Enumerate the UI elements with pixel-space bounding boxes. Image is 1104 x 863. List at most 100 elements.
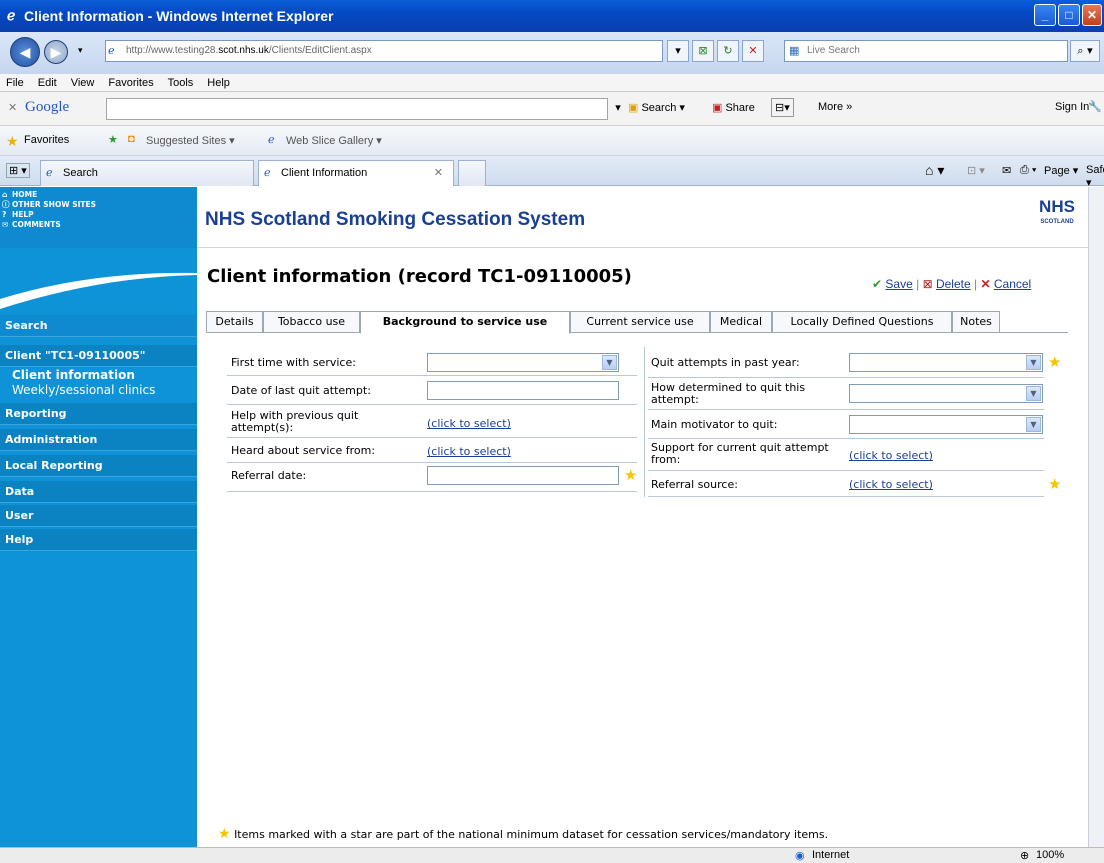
star-icon: ★ <box>624 466 638 484</box>
menu-favorites[interactable]: Favorites <box>108 77 153 89</box>
sidebar-item-data[interactable]: Data <box>0 481 197 503</box>
tab-current-service[interactable]: Current service use <box>570 311 710 333</box>
client-submenu: Client information Weekly/sessional clin… <box>0 367 197 401</box>
other-sites-link[interactable]: ⓘ OTHER SHOW SITES <box>0 200 197 210</box>
compatibility-icon[interactable]: ⊠ <box>692 40 714 62</box>
address-toolbar: ◀ ▶ ▾ http://www.testing28.scot.nhs.uk/C… <box>0 32 1104 74</box>
google-search-input[interactable] <box>106 98 608 120</box>
quit-attempts-label: Quit attempts in past year: <box>651 356 800 369</box>
menu-tools[interactable]: Tools <box>168 77 194 89</box>
cancel-link[interactable]: Cancel <box>994 277 1031 291</box>
comments-link[interactable]: ✉ COMMENTS <box>0 220 197 230</box>
support-select-link[interactable]: (click to select) <box>849 449 933 462</box>
sidebar-item-local-reporting[interactable]: Local Reporting <box>0 455 197 477</box>
help-prev-select-link[interactable]: (click to select) <box>427 417 511 430</box>
tab-medical[interactable]: Medical <box>710 311 772 333</box>
help-link[interactable]: ? HELP <box>0 210 197 220</box>
browser-tab-client-information[interactable]: Client Information ✕ <box>258 160 454 186</box>
cancel-icon: ✕ <box>980 277 991 291</box>
tab-close-icon[interactable]: ✕ <box>434 161 443 185</box>
sign-in-link[interactable]: Sign In <box>1055 101 1089 113</box>
stop-icon[interactable]: ✕ <box>742 40 764 62</box>
share-icon: ▣ <box>712 102 723 114</box>
row-divider <box>227 404 637 405</box>
chevron-down-icon: ▼ <box>1026 355 1041 370</box>
browser-tab-bar: ⊞ ▾ Search ℯ Client Information ✕ ℯ ⌂ ▾ ⊡… <box>0 156 1104 189</box>
tab-locally-defined[interactable]: Locally Defined Questions <box>772 311 952 333</box>
toolbar-close-icon[interactable]: ✕ <box>8 101 17 114</box>
suggested-sites-icon: ◘ <box>128 133 135 145</box>
heard-select-link[interactable]: (click to select) <box>427 445 511 458</box>
share-button[interactable]: ▣ Share <box>712 101 755 114</box>
security-zone: Internet <box>812 849 850 861</box>
menu-file[interactable]: File <box>6 77 24 89</box>
more-button[interactable]: More » <box>818 101 852 113</box>
sidebar-item-client-info[interactable]: Client information <box>0 368 197 383</box>
menu-view[interactable]: View <box>71 77 95 89</box>
last-quit-date-input[interactable] <box>427 381 619 400</box>
referral-date-input[interactable] <box>427 466 619 485</box>
referral-source-select-link[interactable]: (click to select) <box>849 478 933 491</box>
menu-edit[interactable]: Edit <box>38 77 57 89</box>
print-icon[interactable]: ⎙ ▾ <box>1020 164 1036 177</box>
favorites-button[interactable]: Favorites <box>24 134 69 146</box>
google-search-button[interactable]: ▣ Search ▾ <box>628 101 685 114</box>
url-dropdown-icon[interactable]: ▾ <box>667 40 689 62</box>
tab-tobacco-use[interactable]: Tobacco use <box>263 311 360 333</box>
quick-tabs-icon[interactable]: ⊞ ▾ <box>6 163 30 178</box>
mail-icon[interactable]: ✉ <box>1002 164 1011 177</box>
back-button[interactable]: ◀ <box>10 37 40 67</box>
minimize-button[interactable]: _ <box>1034 4 1056 26</box>
add-favorites-icon[interactable]: ★ <box>108 133 118 146</box>
tab-notes[interactable]: Notes <box>952 311 1000 333</box>
menu-help[interactable]: Help <box>207 77 230 89</box>
live-search-input[interactable]: Live Search <box>784 40 1068 62</box>
determined-select[interactable]: ▼ <box>849 384 1043 403</box>
google-dropdown-icon[interactable]: ▾ <box>610 98 626 120</box>
safety-menu[interactable]: Safety ▾ <box>1086 164 1104 189</box>
home-icon[interactable]: ⌂ ▾ <box>925 162 944 179</box>
browser-tab-search[interactable]: Search <box>40 160 254 186</box>
sidebar-swoosh <box>0 249 197 313</box>
forward-button[interactable]: ▶ <box>44 40 68 64</box>
first-time-select[interactable]: ▼ <box>427 353 619 372</box>
sidebar-item-help[interactable]: Help <box>0 529 197 551</box>
web-slice-gallery-link[interactable]: Web Slice Gallery ▾ <box>286 134 382 147</box>
row-divider <box>227 375 637 376</box>
sidebar-item-client[interactable]: Client "TC1-09110005" <box>0 345 197 367</box>
feeds-icon[interactable]: ⊡ ▾ <box>967 164 985 177</box>
motivator-select[interactable]: ▼ <box>849 415 1043 434</box>
sidebar-item-administration[interactable]: Administration <box>0 429 197 451</box>
search-go-icon[interactable]: ⌕ ▾ <box>1070 40 1100 62</box>
sidebar-item-clinics[interactable]: Weekly/sessional clinics <box>0 383 197 398</box>
home-icon: ⌂ <box>2 190 8 199</box>
sidewiki-icon[interactable]: ⊟▾ <box>771 98 794 117</box>
tab-background[interactable]: Background to service use <box>360 311 570 334</box>
delete-link[interactable]: Delete <box>936 277 971 291</box>
save-link[interactable]: Save <box>885 277 912 291</box>
sidebar-item-user[interactable]: User <box>0 505 197 527</box>
help-prev-label: Help with previous quit attempt(s): <box>231 409 359 434</box>
motivator-label: Main motivator to quit: <box>651 418 778 431</box>
page-menu[interactable]: Page ▾ <box>1044 164 1078 177</box>
suggested-sites-link[interactable]: Suggested Sites ▾ <box>146 134 235 147</box>
refresh-icon[interactable]: ↻ <box>717 40 739 62</box>
history-dropdown-icon[interactable]: ▾ <box>78 46 83 56</box>
zoom-level[interactable]: 100% <box>1036 849 1064 861</box>
sidebar-item-search[interactable]: Search <box>0 315 197 337</box>
home-link[interactable]: ⌂ HOME <box>0 190 197 200</box>
tab-details[interactable]: Details <box>206 311 263 333</box>
close-button[interactable]: ✕ <box>1082 4 1102 26</box>
maximize-button[interactable]: □ <box>1058 4 1080 26</box>
address-bar[interactable]: http://www.testing28.scot.nhs.uk/Clients… <box>105 40 663 62</box>
wrench-icon[interactable]: 🔧 <box>1088 100 1102 113</box>
support-label: Support for current quit attempt from: <box>651 441 829 466</box>
sidebar-item-reporting[interactable]: Reporting <box>0 403 197 425</box>
row-divider <box>227 491 637 492</box>
column-divider <box>644 347 645 497</box>
tab-page-icon: ℯ <box>264 167 271 179</box>
quit-attempts-select[interactable]: ▼ <box>849 353 1043 372</box>
new-tab-button[interactable] <box>458 160 486 186</box>
page-scrollbar[interactable] <box>1088 187 1104 847</box>
top-links: ⌂ HOME ⓘ OTHER SHOW SITES ? HELP ✉ COMMENTS <box>0 187 197 248</box>
